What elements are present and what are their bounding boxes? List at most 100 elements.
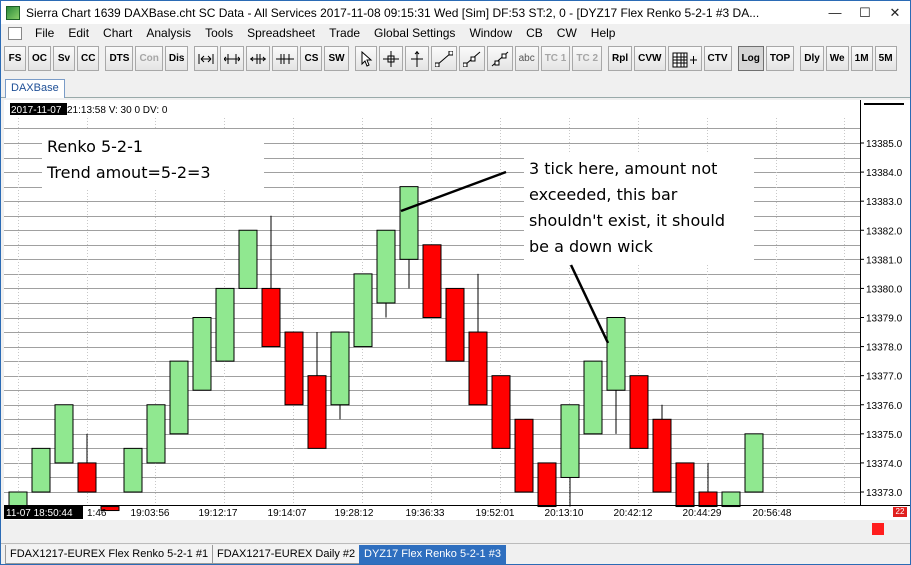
log-scale-button[interactable]: Log xyxy=(737,46,764,71)
text-tool-button[interactable]: abc xyxy=(514,46,539,71)
5m-button[interactable]: 5M xyxy=(874,46,897,71)
menu-tools[interactable]: Tools xyxy=(198,24,240,42)
chart-tabs-bar: FDAX1217-EUREX Flex Renko 5-2-1 #1 FDAX1… xyxy=(1,543,910,564)
menu-window[interactable]: Window xyxy=(462,24,519,42)
time-label: 20:44:29 xyxy=(683,508,722,519)
renko-brick-down xyxy=(652,418,672,493)
time-cursor-label: 11-07 18:50:44 xyxy=(6,508,73,519)
menu-cw[interactable]: CW xyxy=(550,24,584,42)
close-button[interactable]: ✕ xyxy=(880,2,910,24)
1m-button[interactable]: 1M xyxy=(850,46,873,71)
tab-chart-1[interactable]: FDAX1217-EUREX Flex Renko 5-2-1 #1 xyxy=(5,545,214,564)
tab-chart-2[interactable]: FDAX1217-EUREX Daily #2 xyxy=(212,545,361,564)
annotation-subtitle: Trend amout=5-2=3 xyxy=(46,163,211,182)
menu-global-settings[interactable]: Global Settings xyxy=(367,24,462,42)
fs-button[interactable]: FS xyxy=(4,46,26,71)
toolbar: FS OC Sv CC DTS Con Dis CS SW abc TC 1 T… xyxy=(1,44,910,73)
price-axis: 13373.0 13374.0 13375.0 13376.0 13377.0 13378… xyxy=(860,100,910,506)
time-axis: 19:03:56 19:12:17 19:14:07 19:28:12 19:36:33… xyxy=(4,505,910,519)
note-line-4: be a down wick xyxy=(529,237,654,256)
bar-spacing-right-icon[interactable] xyxy=(272,46,299,71)
sw-button[interactable]: SW xyxy=(324,46,349,71)
price-label: 13382.0 xyxy=(866,226,903,237)
daily-button[interactable]: Dly xyxy=(800,46,824,71)
menu-file[interactable]: File xyxy=(28,24,61,42)
renko-brick-down xyxy=(77,462,97,493)
renko-brick-up xyxy=(744,433,764,493)
renko-brick-up xyxy=(606,317,626,391)
dis-button[interactable]: Dis xyxy=(164,46,189,71)
renko-brick-down xyxy=(307,375,327,449)
draw-line-icon[interactable] xyxy=(430,46,457,71)
chart-area[interactable]: 13373.0 13374.0 13375.0 13376.0 13377.0 13378… xyxy=(4,100,910,520)
tab-chart-3[interactable]: DYZ17 Flex Renko 5-2-1 #3 xyxy=(359,545,506,564)
con-button[interactable]: Con xyxy=(135,46,163,71)
chartbook-tab-strip: DAXBase xyxy=(1,77,910,98)
menu-trade[interactable]: Trade xyxy=(322,24,367,42)
corner-badge: 22 xyxy=(893,507,907,517)
renko-brick-up xyxy=(123,447,143,493)
crosshair-icon[interactable] xyxy=(378,46,403,71)
price-label: 13373.0 xyxy=(866,488,903,499)
renko-brick-up xyxy=(376,229,396,304)
bar-spacing-arrows-icon[interactable] xyxy=(220,46,245,71)
bar-spacing-left-icon[interactable] xyxy=(246,46,271,71)
weekly-button[interactable]: We xyxy=(825,46,849,71)
chart-scrollbar[interactable] xyxy=(4,520,910,539)
cs-button[interactable]: CS xyxy=(300,46,323,71)
renko-brick-up xyxy=(330,331,350,406)
renko-brick-up xyxy=(192,317,212,391)
time-label: 19:36:33 xyxy=(406,508,445,519)
window-title: Sierra Chart 1639 DAXBase.cht SC Data - … xyxy=(26,5,760,20)
title-bar[interactable]: Sierra Chart 1639 DAXBase.cht SC Data - … xyxy=(1,1,910,24)
renko-brick-up xyxy=(560,404,580,478)
menu-spreadsheet[interactable]: Spreadsheet xyxy=(240,24,322,42)
replay-button[interactable]: Rpl xyxy=(608,46,633,71)
price-label: 13380.0 xyxy=(866,284,903,295)
ctv-button[interactable]: CTV xyxy=(703,46,732,71)
renko-brick-down xyxy=(537,462,557,508)
price-label: 13378.0 xyxy=(866,343,903,354)
renko-brick-up xyxy=(169,360,189,435)
sv-button[interactable]: Sv xyxy=(53,46,75,71)
dts-button[interactable]: DTS xyxy=(105,46,134,71)
price-label: 13379.0 xyxy=(866,314,903,325)
price-label: 13374.0 xyxy=(866,459,903,470)
cursor-date-label: 2017-11-07 xyxy=(11,105,62,116)
cursor-line-icon[interactable] xyxy=(404,46,429,71)
draw-extend-icon[interactable] xyxy=(486,46,513,71)
price-label: 13375.0 xyxy=(866,430,903,441)
system-menu-icon[interactable] xyxy=(8,26,22,40)
tc1-button[interactable]: TC 1 xyxy=(540,46,571,71)
note-line-2: exceeded, this bar xyxy=(529,185,678,204)
menu-chart[interactable]: Chart xyxy=(96,24,139,42)
time-label: 19:52:01 xyxy=(476,508,515,519)
time-label: 19:03:56 xyxy=(131,508,170,519)
scroll-position-marker[interactable] xyxy=(872,523,884,535)
time-label: 20:56:48 xyxy=(753,508,792,519)
cvw-button[interactable]: CVW xyxy=(634,46,666,71)
renko-brick-up xyxy=(54,404,74,464)
menu-help[interactable]: Help xyxy=(584,24,623,42)
menu-analysis[interactable]: Analysis xyxy=(139,24,198,42)
pointer-icon[interactable] xyxy=(354,46,377,71)
tab-daxbase[interactable]: DAXBase xyxy=(5,79,65,98)
app-window: Sierra Chart 1639 DAXBase.cht SC Data - … xyxy=(0,0,911,565)
cc-button[interactable]: CC xyxy=(77,46,100,71)
maximize-button[interactable]: ☐ xyxy=(850,2,880,24)
renko-brick-down xyxy=(629,375,649,449)
time-label: 19:12:17 xyxy=(199,508,238,519)
renko-brick-up xyxy=(721,491,741,508)
minimize-button[interactable]: — xyxy=(820,2,850,24)
menu-cb[interactable]: CB xyxy=(519,24,550,42)
renko-brick-up xyxy=(583,360,603,435)
top-button[interactable]: TOP xyxy=(765,46,795,71)
note-line-1: 3 tick here, amount not xyxy=(529,159,717,178)
bar-spacing-icon[interactable] xyxy=(194,46,219,71)
dom-icon[interactable] xyxy=(667,46,702,71)
oc-button[interactable]: OC xyxy=(28,46,51,71)
tc2-button[interactable]: TC 2 xyxy=(572,46,603,71)
draw-ray-icon[interactable] xyxy=(458,46,485,71)
menu-edit[interactable]: Edit xyxy=(61,24,96,42)
price-label: 13385.0 xyxy=(866,139,903,150)
